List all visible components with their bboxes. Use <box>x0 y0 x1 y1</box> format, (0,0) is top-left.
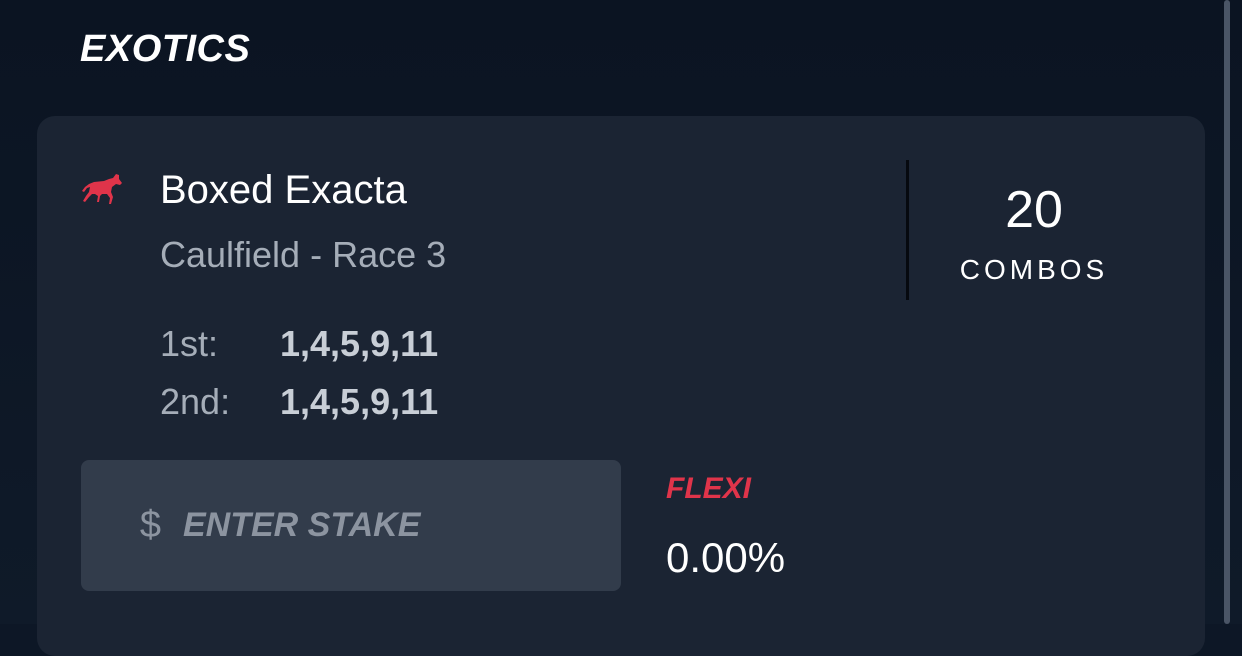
combos-label: COMBOS <box>959 254 1109 285</box>
horse-racing-icon <box>80 168 124 212</box>
exotics-page: EXOTICS Boxed Exacta Caulfield - Race 3 … <box>0 0 1242 656</box>
dollar-icon: $ <box>139 504 161 546</box>
combos-divider <box>906 160 909 300</box>
combos-count: 20 <box>1005 181 1063 239</box>
flexi-label: FLEXI <box>666 472 752 505</box>
section-title: EXOTICS <box>80 28 251 70</box>
selection-runners: 1,4,5,9,11 <box>280 381 439 422</box>
selection-position-label: 1st: <box>160 323 219 364</box>
selection-runners: 1,4,5,9,11 <box>280 323 439 364</box>
stake-field[interactable]: $ <box>81 460 621 591</box>
selection-row-1st: 1st: 1,4,5,9,11 <box>160 322 438 366</box>
selection-position-label: 2nd: <box>160 381 231 422</box>
selection-row-2nd: 2nd: 1,4,5,9,11 <box>160 380 438 424</box>
bet-type-title: Boxed Exacta <box>160 168 407 212</box>
flexi-percentage: 0.00% <box>666 534 786 581</box>
scrollbar[interactable] <box>1224 0 1230 624</box>
race-subtitle: Caulfield - Race 3 <box>160 234 447 275</box>
stake-input[interactable] <box>183 495 583 556</box>
